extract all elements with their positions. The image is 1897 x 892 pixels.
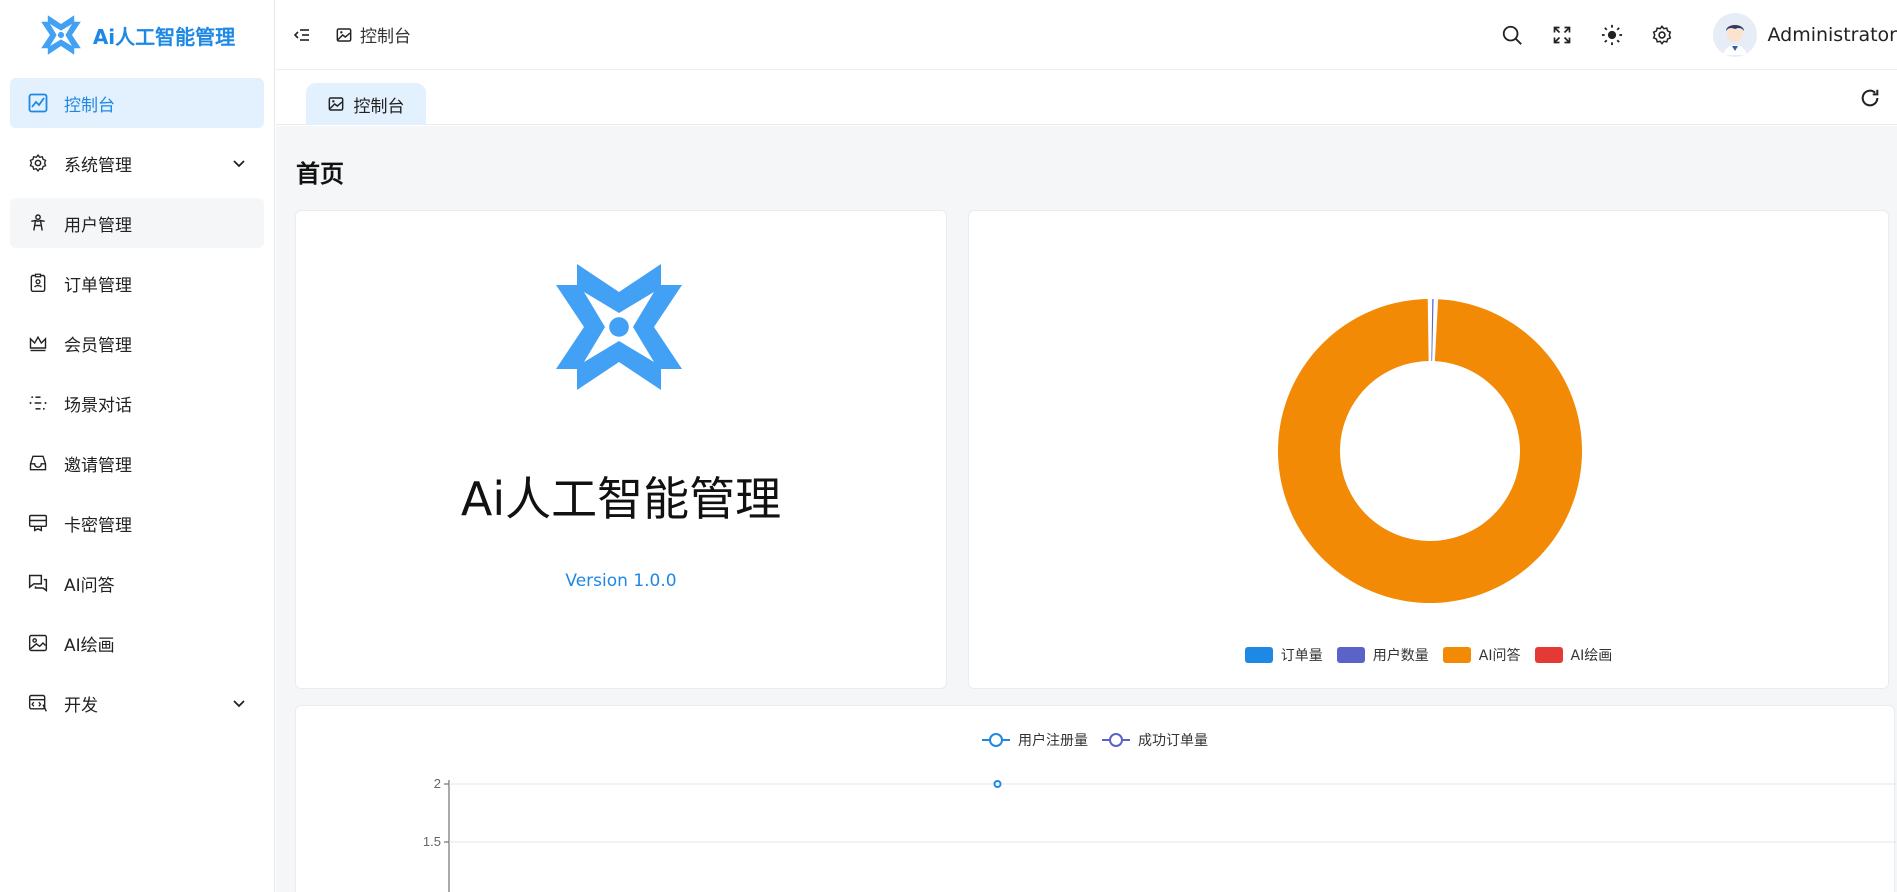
chart-icon <box>26 91 50 115</box>
user-icon <box>26 211 50 235</box>
theme-toggle-button[interactable] <box>1599 22 1625 48</box>
y-tick-label: 1.5 <box>423 834 441 849</box>
brand-logo-icon <box>556 264 682 390</box>
sidebar-item-label: 系统管理 <box>64 155 132 176</box>
scene-icon <box>26 391 50 415</box>
brand-name: Ai人工智能管理 <box>460 472 782 526</box>
legend-swatch <box>1336 647 1365 663</box>
crown-icon <box>26 331 50 355</box>
sidebar-item-cards[interactable]: 卡密管理 <box>10 498 264 548</box>
sidebar-item-system[interactable]: 系统管理 <box>10 138 264 188</box>
sidebar-item-label: 开发 <box>64 695 98 716</box>
fullscreen-button[interactable] <box>1549 22 1575 48</box>
sidebar-item-ai-draw[interactable]: AI绘画 <box>10 618 264 668</box>
sidebar-item-dashboard[interactable]: 控制台 <box>10 78 264 128</box>
legend-label: 用户数量 <box>1372 648 1429 664</box>
fullscreen-icon <box>1554 26 1571 44</box>
chevron-down-icon <box>233 700 245 708</box>
sidebar-item-label: 场景对话 <box>64 395 132 416</box>
image-icon <box>26 631 50 655</box>
sidebar-item-label: 会员管理 <box>64 335 132 356</box>
sidebar-item-label: 邀请管理 <box>64 455 132 476</box>
legend-label: AI绘画 <box>1570 648 1613 664</box>
legend-swatch <box>1442 647 1471 663</box>
pie-slice[interactable] <box>1278 299 1582 603</box>
breadcrumb[interactable]: 控制台 <box>336 22 411 47</box>
sidebar-item-users[interactable]: 用户管理 <box>10 198 264 248</box>
line-chart-card: 用户注册量 成功订单量 2 1.5 <box>295 705 1896 892</box>
sidebar: Ai人工智能管理 控制台 系统管理 用户管理 订单管理 会员管理 场景对话 邀请… <box>0 0 275 892</box>
order-icon <box>26 271 50 295</box>
donut-chart <box>1278 299 1582 603</box>
legend-item[interactable]: AI问答 <box>1442 645 1521 665</box>
sidebar-item-members[interactable]: 会员管理 <box>10 318 264 368</box>
sidebar-item-label: 用户管理 <box>64 215 132 236</box>
version-text: Version 1.0.0 <box>565 571 677 591</box>
legend-label: 订单量 <box>1280 648 1323 664</box>
refresh-icon <box>1861 89 1879 107</box>
code-icon <box>26 691 50 715</box>
sun-icon <box>1602 24 1623 46</box>
settings-button[interactable] <box>1649 22 1675 48</box>
tab-label: 控制台 <box>353 96 405 117</box>
legend-item[interactable]: AI绘画 <box>1534 645 1613 665</box>
data-point[interactable] <box>993 780 1002 788</box>
breadcrumb-label: 控制台 <box>360 27 411 47</box>
sidebar-item-ai-qa[interactable]: AI问答 <box>10 558 264 608</box>
legend-label: AI问答 <box>1478 648 1521 664</box>
page-title: 首页 <box>296 160 344 188</box>
sidebar-item-label: 订单管理 <box>64 275 132 296</box>
sidebar-item-orders[interactable]: 订单管理 <box>10 258 264 308</box>
avatar[interactable] <box>1713 13 1758 57</box>
sidebar-item-label: 控制台 <box>64 95 115 116</box>
top-header: 控制台 Administrator <box>276 0 1897 70</box>
inbox-icon <box>26 451 50 475</box>
legend-item[interactable]: 用户数量 <box>1336 645 1429 665</box>
image-icon <box>336 27 352 42</box>
user-avatar-icon <box>1715 15 1756 55</box>
app-logo-icon <box>41 15 81 55</box>
main-content: 首页 Ai人工智能管理 Version 1.0.0 订单量 用户数量 AI问答 AI绘… <box>276 126 1897 892</box>
app-title: Ai人工智能管理 <box>92 24 236 49</box>
image-icon <box>328 97 343 111</box>
collapse-sidebar-button[interactable] <box>290 23 314 47</box>
pie-slice[interactable] <box>1431 299 1434 362</box>
brand-card: Ai人工智能管理 Version 1.0.0 <box>295 210 947 689</box>
gear-icon <box>1653 25 1672 45</box>
search-icon <box>1503 25 1523 45</box>
username[interactable]: Administrator <box>1767 24 1897 46</box>
legend-swatch <box>1244 647 1273 663</box>
y-tick-label: 2 <box>434 776 441 791</box>
legend-swatch <box>1534 647 1563 663</box>
legend-item[interactable]: 订单量 <box>1244 645 1323 665</box>
sidebar-item-label: 卡密管理 <box>64 515 132 536</box>
sidebar-menu: 控制台 系统管理 用户管理 订单管理 会员管理 场景对话 邀请管理 卡密管理 A… <box>0 70 274 746</box>
gear-icon <box>26 151 50 175</box>
sidebar-item-label: AI绘画 <box>64 635 115 656</box>
pie-chart-card: 订单量 用户数量 AI问答 AI绘画 <box>968 210 1889 689</box>
line-chart: 21.5 <box>423 776 1896 892</box>
sidebar-item-invites[interactable]: 邀请管理 <box>10 438 264 488</box>
chat-icon <box>26 571 50 595</box>
menu-fold-icon <box>293 28 309 41</box>
sidebar-item-label: AI问答 <box>64 575 115 596</box>
tabs-bar: 控制台 <box>276 71 1897 125</box>
tab-dashboard[interactable]: 控制台 <box>306 83 426 125</box>
sidebar-item-scenes[interactable]: 场景对话 <box>10 378 264 428</box>
chevron-down-icon <box>233 160 245 168</box>
refresh-button[interactable] <box>1857 85 1883 111</box>
sidebar-item-dev[interactable]: 开发 <box>10 678 264 728</box>
search-button[interactable] <box>1499 22 1525 48</box>
card-icon <box>26 511 50 535</box>
app-logo[interactable]: Ai人工智能管理 <box>0 0 274 70</box>
pie-legend: 订单量 用户数量 AI问答 AI绘画 <box>969 645 1888 665</box>
header-actions: Administrator <box>1499 0 1897 70</box>
